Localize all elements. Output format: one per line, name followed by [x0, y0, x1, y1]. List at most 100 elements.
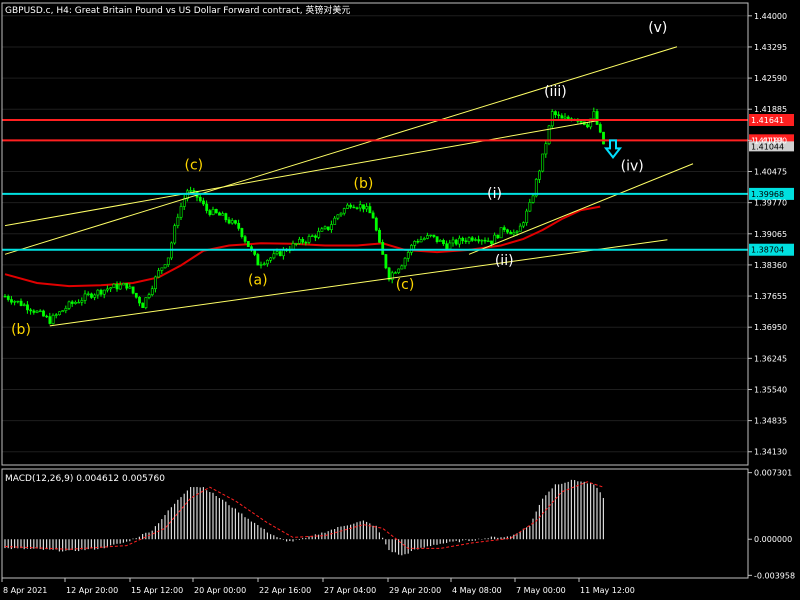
- bear-candle-body: [26, 304, 29, 311]
- bear-candle-body: [256, 254, 260, 266]
- bull-candle-body: [179, 206, 183, 218]
- bull-candle-body: [176, 216, 180, 226]
- bull-candle-body: [493, 234, 497, 244]
- time-tick-label: 11 May 12:00: [580, 586, 635, 595]
- bull-candle-body: [333, 217, 337, 225]
- bear-candle-body: [509, 231, 513, 235]
- bear-candle-body: [557, 114, 561, 116]
- bear-candle-body: [374, 217, 378, 231]
- bull-candle-body: [365, 206, 369, 210]
- bull-candle-body: [189, 190, 193, 192]
- bull-candle-body: [298, 238, 301, 244]
- wave-label: (b): [11, 322, 31, 338]
- bull-candle-body: [154, 276, 157, 290]
- wave-label: (c): [184, 158, 203, 174]
- bear-candle-body: [470, 237, 474, 241]
- bull-candle-body: [474, 239, 477, 241]
- wave-label: (ii): [495, 253, 514, 269]
- bear-candle-body: [496, 234, 500, 239]
- bull-candle-body: [426, 235, 429, 239]
- bull-candle-body: [182, 198, 186, 207]
- bull-candle-body: [173, 225, 177, 244]
- bull-candle-body: [86, 293, 90, 295]
- bull-candle-body: [339, 212, 343, 216]
- bull-candle-body: [422, 238, 426, 240]
- bear-candle-body: [134, 292, 138, 298]
- bull-candle-body: [275, 251, 279, 255]
- price-tick-label: 1.34835: [754, 417, 787, 426]
- wave-label: (iii): [544, 84, 567, 100]
- level-price-label: 1.39968: [751, 190, 784, 199]
- price-tick-label: 1.34130: [754, 448, 787, 457]
- bull-candle-body: [525, 210, 529, 224]
- trading-chart[interactable]: 1.416411.411811.399681.387041.41044 (b)(…: [0, 0, 800, 600]
- bear-candle-body: [349, 204, 353, 208]
- bear-candle-body: [416, 241, 420, 243]
- bear-candle-body: [99, 289, 103, 295]
- bear-candle-body: [477, 239, 481, 242]
- bear-candle-body: [554, 111, 557, 116]
- bull-candle-body: [61, 310, 65, 313]
- bear-candle-body: [208, 210, 212, 215]
- price-tick-label: 1.42590: [754, 74, 787, 83]
- bull-candle-body: [413, 241, 417, 246]
- bear-candle-body: [278, 251, 282, 257]
- price-tick-label: 1.38360: [754, 261, 787, 270]
- bull-candle-body: [394, 272, 397, 274]
- bear-candle-body: [368, 206, 372, 214]
- bull-candle-body: [499, 227, 503, 239]
- bear-candle-body: [355, 207, 359, 209]
- time-tick-label: 8 Apr 2021: [3, 586, 47, 595]
- price-tick-label: 1.41885: [754, 105, 787, 114]
- bull-candle-body: [480, 239, 484, 242]
- macd-tick-label: 0.007301: [754, 469, 792, 478]
- bull-candle-body: [128, 286, 132, 289]
- bear-candle-body: [502, 227, 506, 231]
- bull-candle-body: [419, 239, 423, 243]
- price-tick-label: 1.36950: [754, 323, 787, 332]
- bear-candle-body: [381, 242, 385, 255]
- bear-candle-body: [192, 190, 196, 192]
- bear-candle-body: [198, 197, 202, 202]
- level-price-label: 1.38704: [751, 246, 784, 255]
- bull-candle-body: [54, 314, 58, 316]
- bull-candle-body: [83, 293, 87, 301]
- bull-candle-body: [397, 268, 401, 273]
- bear-candle-body: [586, 124, 589, 128]
- bull-candle-body: [323, 226, 327, 230]
- bull-candle-body: [550, 111, 554, 127]
- bull-candle-body: [563, 116, 567, 119]
- time-tick-label: 7 May 00:00: [516, 586, 566, 595]
- bear-candle-body: [304, 241, 308, 244]
- bull-candle-body: [102, 289, 106, 295]
- bear-candle-body: [362, 204, 365, 210]
- bear-candle-body: [218, 212, 221, 216]
- chart-title: GBPUSD.c, H4: Great Britain Pound vs US …: [5, 4, 350, 16]
- bear-candle-body: [32, 310, 36, 313]
- bull-candle-body: [538, 170, 541, 180]
- time-tick-label: 22 Apr 16:00: [259, 586, 311, 595]
- bull-candle-body: [112, 283, 116, 288]
- macd-title: MACD(12,26,9) 0.004612 0.005760: [5, 474, 165, 484]
- bear-candle-body: [19, 300, 23, 306]
- bear-candle-body: [48, 316, 52, 324]
- bear-candle-body: [224, 213, 228, 221]
- bull-candle-body: [336, 214, 340, 219]
- bull-candle-body: [122, 283, 125, 286]
- bear-candle-body: [378, 229, 381, 243]
- price-tick-label: 1.43295: [754, 43, 787, 52]
- bear-candle-body: [454, 239, 458, 245]
- bear-candle-body: [214, 209, 218, 214]
- bear-candle-body: [490, 240, 493, 244]
- time-tick-label: 29 Apr 20:00: [389, 586, 441, 595]
- bear-candle-body: [387, 267, 391, 280]
- bear-candle-body: [314, 235, 317, 238]
- bull-candle-body: [51, 314, 55, 324]
- time-tick-label: 20 Apr 00:00: [194, 586, 246, 595]
- bull-candle-body: [38, 310, 42, 313]
- bull-candle-body: [515, 230, 519, 233]
- bear-candle-body: [384, 254, 388, 269]
- bear-candle-body: [326, 226, 330, 230]
- price-tick-label: 1.41180: [754, 136, 787, 145]
- bull-candle-body: [22, 304, 26, 306]
